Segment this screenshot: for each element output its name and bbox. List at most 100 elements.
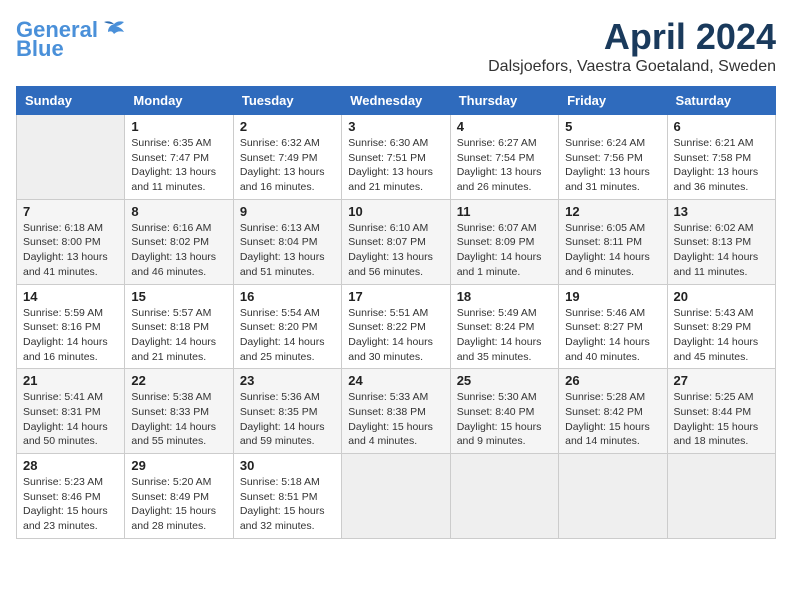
calendar-cell: 7 Sunrise: 6:18 AM Sunset: 8:00 PM Daylig… (17, 199, 125, 284)
day-number: 20 (674, 289, 769, 304)
day-number: 30 (240, 458, 335, 473)
day-info: Sunrise: 6:02 AM Sunset: 8:13 PM Dayligh… (674, 221, 769, 280)
day-info: Sunrise: 6:16 AM Sunset: 8:02 PM Dayligh… (131, 221, 226, 280)
calendar-cell: 19 Sunrise: 5:46 AM Sunset: 8:27 PM Dayli… (559, 284, 667, 369)
day-info: Sunrise: 5:46 AM Sunset: 8:27 PM Dayligh… (565, 306, 660, 365)
calendar-cell: 30Sunrise: 5:18 AM Sunset: 8:51 PM Dayli… (233, 454, 341, 539)
day-info: Sunrise: 5:54 AM Sunset: 8:20 PM Dayligh… (240, 306, 335, 365)
day-info: Sunrise: 5:49 AM Sunset: 8:24 PM Dayligh… (457, 306, 552, 365)
weekday-header-wednesday: Wednesday (342, 87, 450, 115)
day-number: 15 (131, 289, 226, 304)
logo-bird-icon (100, 16, 128, 44)
calendar-cell: 28Sunrise: 5:23 AM Sunset: 8:46 PM Dayli… (17, 454, 125, 539)
day-number: 4 (457, 119, 552, 134)
calendar-cell: 6 Sunrise: 6:21 AM Sunset: 7:58 PM Daylig… (667, 115, 775, 200)
day-number: 5 (565, 119, 660, 134)
day-number: 10 (348, 204, 443, 219)
day-number: 7 (23, 204, 118, 219)
day-number: 3 (348, 119, 443, 134)
calendar-week-row: 7 Sunrise: 6:18 AM Sunset: 8:00 PM Daylig… (17, 199, 776, 284)
calendar-cell (342, 454, 450, 539)
calendar-cell: 27 Sunrise: 5:25 AM Sunset: 8:44 PM Dayli… (667, 369, 775, 454)
calendar-cell: 24 Sunrise: 5:33 AM Sunset: 8:38 PM Dayli… (342, 369, 450, 454)
weekday-header-saturday: Saturday (667, 87, 775, 115)
calendar-cell: 29Sunrise: 5:20 AM Sunset: 8:49 PM Dayli… (125, 454, 233, 539)
calendar-cell: 21 Sunrise: 5:41 AM Sunset: 8:31 PM Dayli… (17, 369, 125, 454)
day-info: Sunrise: 5:43 AM Sunset: 8:29 PM Dayligh… (674, 306, 769, 365)
day-info: Sunrise: 6:21 AM Sunset: 7:58 PM Dayligh… (674, 136, 769, 195)
day-number: 29 (131, 458, 226, 473)
day-number: 22 (131, 373, 226, 388)
location-title: Dalsjoefors, Vaestra Goetaland, Sweden (488, 58, 776, 76)
calendar-cell: 13 Sunrise: 6:02 AM Sunset: 8:13 PM Dayli… (667, 199, 775, 284)
day-number: 14 (23, 289, 118, 304)
weekday-header-sunday: Sunday (17, 87, 125, 115)
day-number: 28 (23, 458, 118, 473)
calendar-week-row: 28Sunrise: 5:23 AM Sunset: 8:46 PM Dayli… (17, 454, 776, 539)
weekday-header-row: SundayMondayTuesdayWednesdayThursdayFrid… (17, 87, 776, 115)
calendar-cell (559, 454, 667, 539)
day-info: Sunrise: 6:13 AM Sunset: 8:04 PM Dayligh… (240, 221, 335, 280)
calendar-cell: 18 Sunrise: 5:49 AM Sunset: 8:24 PM Dayli… (450, 284, 558, 369)
title-block: April 2024 Dalsjoefors, Vaestra Goetalan… (488, 16, 776, 76)
day-number: 21 (23, 373, 118, 388)
calendar-cell: 1Sunrise: 6:35 AM Sunset: 7:47 PM Daylig… (125, 115, 233, 200)
day-number: 8 (131, 204, 226, 219)
calendar-cell: 4 Sunrise: 6:27 AM Sunset: 7:54 PM Daylig… (450, 115, 558, 200)
weekday-header-friday: Friday (559, 87, 667, 115)
day-number: 16 (240, 289, 335, 304)
calendar-cell (450, 454, 558, 539)
calendar-cell: 20 Sunrise: 5:43 AM Sunset: 8:29 PM Dayli… (667, 284, 775, 369)
calendar-cell: 17 Sunrise: 5:51 AM Sunset: 8:22 PM Dayli… (342, 284, 450, 369)
day-info: Sunrise: 5:38 AM Sunset: 8:33 PM Dayligh… (131, 390, 226, 449)
day-number: 13 (674, 204, 769, 219)
day-number: 19 (565, 289, 660, 304)
calendar-cell: 26 Sunrise: 5:28 AM Sunset: 8:42 PM Dayli… (559, 369, 667, 454)
day-info: Sunrise: 5:51 AM Sunset: 8:22 PM Dayligh… (348, 306, 443, 365)
day-number: 23 (240, 373, 335, 388)
weekday-header-tuesday: Tuesday (233, 87, 341, 115)
day-number: 26 (565, 373, 660, 388)
day-info: Sunrise: 6:18 AM Sunset: 8:00 PM Dayligh… (23, 221, 118, 280)
calendar-cell: 10 Sunrise: 6:10 AM Sunset: 8:07 PM Dayli… (342, 199, 450, 284)
day-number: 6 (674, 119, 769, 134)
calendar-cell: 12Sunrise: 6:05 AM Sunset: 8:11 PM Dayli… (559, 199, 667, 284)
day-info: Sunrise: 5:33 AM Sunset: 8:38 PM Dayligh… (348, 390, 443, 449)
calendar-cell: 2Sunrise: 6:32 AM Sunset: 7:49 PM Daylig… (233, 115, 341, 200)
day-info: Sunrise: 6:10 AM Sunset: 8:07 PM Dayligh… (348, 221, 443, 280)
calendar-cell: 25 Sunrise: 5:30 AM Sunset: 8:40 PM Dayli… (450, 369, 558, 454)
day-number: 24 (348, 373, 443, 388)
logo-blue-text: Blue (16, 36, 64, 62)
day-number: 27 (674, 373, 769, 388)
calendar-cell (17, 115, 125, 200)
day-number: 11 (457, 204, 552, 219)
day-info: Sunrise: 5:57 AM Sunset: 8:18 PM Dayligh… (131, 306, 226, 365)
calendar-cell: 15 Sunrise: 5:57 AM Sunset: 8:18 PM Dayli… (125, 284, 233, 369)
day-info: Sunrise: 6:24 AM Sunset: 7:56 PM Dayligh… (565, 136, 660, 195)
day-info: Sunrise: 6:32 AM Sunset: 7:49 PM Dayligh… (240, 136, 335, 195)
day-info: Sunrise: 5:25 AM Sunset: 8:44 PM Dayligh… (674, 390, 769, 449)
day-info: Sunrise: 6:27 AM Sunset: 7:54 PM Dayligh… (457, 136, 552, 195)
day-info: Sunrise: 6:07 AM Sunset: 8:09 PM Dayligh… (457, 221, 552, 280)
day-info: Sunrise: 6:35 AM Sunset: 7:47 PM Dayligh… (131, 136, 226, 195)
day-info: Sunrise: 5:30 AM Sunset: 8:40 PM Dayligh… (457, 390, 552, 449)
calendar-cell: 23Sunrise: 5:36 AM Sunset: 8:35 PM Dayli… (233, 369, 341, 454)
day-info: Sunrise: 5:41 AM Sunset: 8:31 PM Dayligh… (23, 390, 118, 449)
day-number: 18 (457, 289, 552, 304)
day-info: Sunrise: 6:05 AM Sunset: 8:11 PM Dayligh… (565, 221, 660, 280)
day-number: 25 (457, 373, 552, 388)
day-number: 17 (348, 289, 443, 304)
calendar-cell (667, 454, 775, 539)
calendar-cell: 9 Sunrise: 6:13 AM Sunset: 8:04 PM Daylig… (233, 199, 341, 284)
calendar-cell: 14 Sunrise: 5:59 AM Sunset: 8:16 PM Dayli… (17, 284, 125, 369)
calendar-cell: 5 Sunrise: 6:24 AM Sunset: 7:56 PM Daylig… (559, 115, 667, 200)
month-title: April 2024 (488, 16, 776, 58)
page-header: General Blue April 2024 Dalsjoefors, Vae… (16, 16, 776, 76)
day-number: 9 (240, 204, 335, 219)
day-info: Sunrise: 5:59 AM Sunset: 8:16 PM Dayligh… (23, 306, 118, 365)
day-info: Sunrise: 5:28 AM Sunset: 8:42 PM Dayligh… (565, 390, 660, 449)
calendar-cell: 8 Sunrise: 6:16 AM Sunset: 8:02 PM Daylig… (125, 199, 233, 284)
weekday-header-monday: Monday (125, 87, 233, 115)
calendar-cell: 22 Sunrise: 5:38 AM Sunset: 8:33 PM Dayli… (125, 369, 233, 454)
calendar-table: SundayMondayTuesdayWednesdayThursdayFrid… (16, 86, 776, 539)
